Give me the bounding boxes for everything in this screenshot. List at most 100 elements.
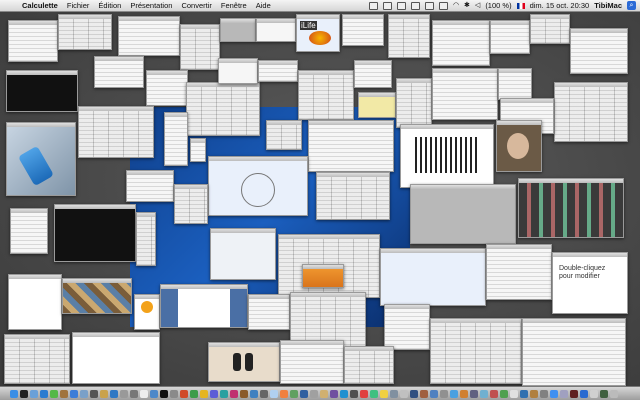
webcam-window[interactable] [496, 120, 542, 172]
app-icon[interactable] [560, 389, 568, 398]
window-thumbnail[interactable] [498, 68, 532, 100]
window-thumbnail[interactable] [208, 342, 280, 382]
app-icon[interactable] [390, 389, 398, 398]
spotlight-icon[interactable]: ⌕ [627, 1, 636, 10]
app-icon[interactable] [420, 389, 428, 398]
window-thumbnail[interactable] [396, 78, 432, 128]
window-thumbnail[interactable] [146, 70, 188, 106]
window-thumbnail[interactable] [94, 56, 144, 88]
app-icon[interactable] [350, 389, 358, 398]
menu-extra-icon[interactable] [396, 1, 406, 10]
window-thumbnail[interactable] [530, 14, 570, 44]
window-thumbnail[interactable] [430, 318, 522, 384]
app-icon[interactable] [290, 389, 298, 398]
app-icon[interactable] [380, 389, 388, 398]
window-thumbnail[interactable] [258, 60, 298, 82]
safari-icon[interactable] [40, 389, 48, 398]
window-thumbnail[interactable] [570, 28, 628, 74]
menu-extra-icon[interactable] [368, 1, 378, 10]
app-icon[interactable] [250, 389, 258, 398]
app-icon[interactable] [200, 389, 208, 398]
menu-edition[interactable]: Édition [98, 0, 121, 11]
window-thumbnail[interactable] [218, 58, 258, 84]
window-thumbnail[interactable] [522, 318, 626, 386]
window-thumbnail[interactable] [266, 120, 302, 150]
menu-fichier[interactable]: Fichier [67, 0, 90, 11]
app-icon[interactable] [460, 389, 468, 398]
app-icon[interactable] [540, 389, 548, 398]
window-thumbnail[interactable] [180, 24, 220, 70]
flag-icon[interactable] [516, 2, 525, 9]
app-icon[interactable] [190, 389, 198, 398]
app-icon[interactable] [590, 389, 598, 398]
window-thumbnail[interactable] [308, 120, 394, 172]
app-icon[interactable] [310, 389, 318, 398]
window-thumbnail[interactable] [410, 184, 516, 244]
app-icon[interactable] [180, 389, 188, 398]
idvd-icon[interactable] [120, 389, 128, 398]
menu-extra-icon[interactable] [424, 1, 434, 10]
window-thumbnail[interactable] [248, 294, 290, 330]
window-thumbnail[interactable] [4, 334, 70, 384]
system-preferences-icon[interactable] [170, 389, 178, 398]
window-thumbnail[interactable] [358, 92, 396, 118]
app-icon[interactable] [530, 389, 538, 398]
app-icon[interactable] [480, 389, 488, 398]
terminal-icon[interactable] [160, 389, 168, 398]
window-thumbnail[interactable] [8, 20, 58, 62]
app-icon[interactable] [370, 389, 378, 398]
app-icon[interactable] [440, 389, 448, 398]
dashboard-icon[interactable] [20, 389, 28, 398]
bluetooth-icon[interactable]: ✱ [464, 0, 470, 11]
app-icon[interactable] [320, 389, 328, 398]
window-thumbnail[interactable] [342, 14, 384, 46]
window-thumbnail[interactable] [432, 20, 490, 66]
window-thumbnail[interactable] [186, 82, 260, 136]
window-thumbnail[interactable] [354, 60, 392, 88]
window-thumbnail[interactable] [126, 170, 174, 202]
window-thumbnail[interactable] [486, 244, 552, 300]
window-thumbnail[interactable] [72, 332, 160, 384]
window-thumbnail[interactable] [220, 18, 256, 42]
menu-convertir[interactable]: Convertir [181, 0, 211, 11]
app-icon[interactable] [210, 389, 218, 398]
itunes-icon[interactable] [70, 389, 78, 398]
preview-icon[interactable] [150, 389, 158, 398]
ichat-icon[interactable] [50, 389, 58, 398]
window-thumbnail[interactable] [8, 274, 62, 330]
window-thumbnail[interactable] [208, 156, 308, 216]
address-book-icon[interactable] [60, 389, 68, 398]
window-thumbnail[interactable] [280, 340, 344, 384]
user-name[interactable]: TibiMac [594, 0, 622, 11]
window-thumbnail[interactable] [384, 304, 430, 350]
window-thumbnail[interactable] [160, 284, 248, 328]
window-thumbnail[interactable] [62, 278, 132, 314]
window-thumbnail[interactable] [54, 204, 136, 262]
volume-icon[interactable]: ◁ [475, 0, 480, 11]
app-icon[interactable] [450, 389, 458, 398]
app-icon[interactable] [410, 389, 418, 398]
app-icon[interactable] [220, 389, 228, 398]
iweb-icon[interactable] [110, 389, 118, 398]
app-icon[interactable] [330, 389, 338, 398]
app-icon[interactable] [580, 389, 588, 398]
menu-extra-icon[interactable] [438, 1, 448, 10]
app-icon[interactable] [340, 389, 348, 398]
app-icon[interactable] [550, 389, 558, 398]
finder-icon[interactable] [10, 389, 18, 398]
window-thumbnail[interactable] [118, 16, 180, 56]
app-icon[interactable] [400, 389, 408, 398]
app-icon[interactable] [360, 389, 368, 398]
trash-icon[interactable] [610, 389, 618, 398]
mail-icon[interactable] [30, 389, 38, 398]
window-thumbnail[interactable] [490, 20, 530, 54]
window-thumbnail[interactable] [134, 294, 160, 330]
clock[interactable]: dim. 15 oct. 20:30 [530, 0, 590, 11]
window-thumbnail[interactable] [6, 70, 78, 112]
ipod-window[interactable] [6, 122, 76, 196]
app-icon[interactable] [600, 389, 608, 398]
window-thumbnail[interactable] [316, 172, 390, 220]
window-thumbnail[interactable] [298, 70, 354, 120]
app-icon[interactable] [570, 389, 578, 398]
menu-presentation[interactable]: Présentation [130, 0, 172, 11]
